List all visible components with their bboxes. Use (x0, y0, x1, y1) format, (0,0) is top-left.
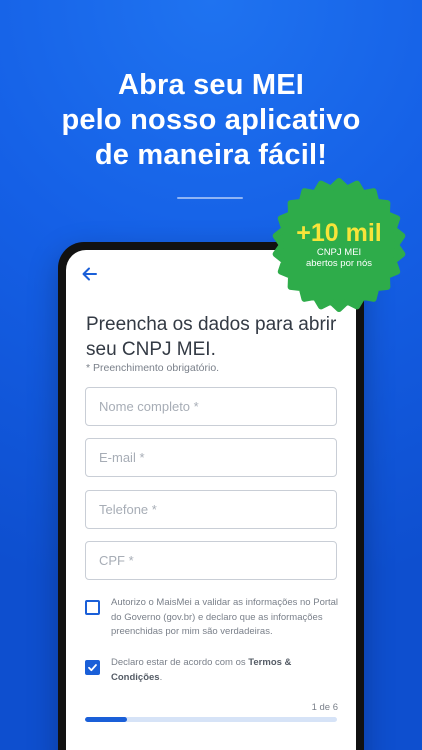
progress-bar (85, 717, 337, 722)
hero-line-1: Abra seu MEI (117, 69, 305, 101)
arrow-left-icon[interactable] (80, 264, 100, 284)
required-note: * Preenchimento obrigatório. (86, 362, 220, 374)
hero-title: Abra seu MEI pelo nosso aplicativo de ma… (0, 68, 422, 173)
phone-field[interactable] (85, 490, 337, 529)
cpf-field[interactable] (85, 541, 337, 580)
hero-line-2: pelo nosso aplicativo (61, 104, 361, 136)
email-field[interactable] (85, 438, 337, 477)
badge-line-2: abertos por nós (305, 258, 372, 269)
terms-text: Declaro estar de acordo com os Termos & … (111, 656, 343, 685)
progress-fill (85, 717, 127, 722)
consent-text: Autorizo o MaisMei a validar as informaç… (111, 597, 339, 637)
badge-headline: +10 mil (296, 219, 382, 247)
step-indicator: 1 de 6 (311, 702, 338, 713)
checkmark-icon (88, 664, 97, 672)
full-name-field[interactable] (85, 387, 337, 426)
consent-checkbox[interactable] (85, 600, 100, 615)
terms-checkbox[interactable] (85, 660, 100, 675)
app-screen: Preencha os dados para abrir seu CNPJ ME… (66, 250, 356, 750)
hero-line-3: de maneira fácil! (94, 139, 328, 171)
badge-line-1: CNPJ MEI (316, 247, 362, 258)
form-title: Preencha os dados para abrir seu CNPJ ME… (86, 314, 337, 360)
hero-divider (177, 197, 243, 199)
badge-content: +10 mil CNPJ MEI abertos por nós (272, 178, 406, 312)
terms-suffix: . (159, 671, 163, 683)
terms-prefix: Declaro estar de acordo com os (111, 657, 249, 668)
